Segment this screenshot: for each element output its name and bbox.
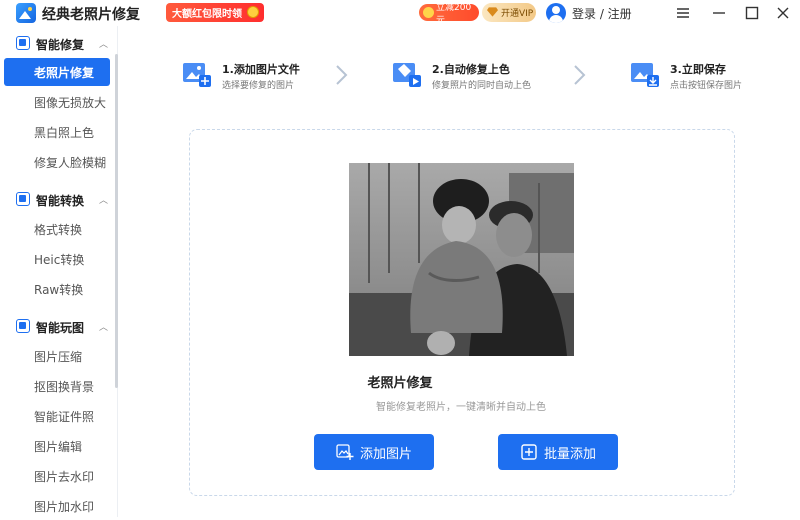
- sidebar-group-label: 智能玩图: [36, 321, 85, 335]
- sidebar-item-compress[interactable]: 图片压缩: [4, 342, 110, 370]
- step-save: 3.立即保存 点击按钮保存图片: [630, 58, 770, 92]
- batch-add-label: 批量添加: [544, 446, 597, 462]
- batch-add-button[interactable]: 批量添加: [498, 434, 618, 470]
- step-title: 1.添加图片文件: [222, 63, 300, 76]
- image-save-icon: [631, 63, 659, 87]
- maximize-icon[interactable]: [741, 2, 763, 24]
- minimize-icon[interactable]: [708, 2, 730, 24]
- user-icon[interactable]: [546, 3, 566, 23]
- sidebar-group-repair[interactable]: 智能修复 ︿: [0, 30, 115, 56]
- sidebar-scrollbar[interactable]: [115, 54, 118, 388]
- menu-icon[interactable]: [672, 2, 694, 24]
- sidebar-item-add-watermark[interactable]: 图片加水印: [4, 492, 110, 520]
- sidebar-item-remove-watermark[interactable]: 图片去水印: [4, 462, 110, 490]
- login-link[interactable]: 登录 / 注册: [572, 5, 632, 22]
- close-icon[interactable]: [772, 2, 794, 24]
- sidebar-item-old-photo[interactable]: 老照片修复: [4, 58, 110, 86]
- repair-icon: [16, 36, 30, 50]
- coupon-icon: [423, 7, 434, 18]
- play-image-icon: [16, 319, 30, 333]
- image-add-icon: [336, 444, 354, 460]
- step-title: 3.立即保存: [670, 63, 726, 76]
- promo-banner[interactable]: 大额红包限时领: [166, 3, 264, 22]
- page-title: 老照片修复: [367, 376, 433, 391]
- promo-label: 大额红包限时领: [172, 9, 242, 20]
- vip-button[interactable]: 开通VIP: [482, 3, 536, 22]
- chevron-up-icon: ︿: [99, 40, 109, 50]
- app-title: 经典老照片修复: [42, 7, 140, 23]
- page-subtitle: 智能修复老照片，一键清晰并自动上色: [376, 402, 546, 413]
- vip-label: 开通VIP: [501, 9, 534, 19]
- step-auto-repair: 2.自动修复上色 修复照片的同时自动上色: [392, 58, 562, 92]
- add-image-button[interactable]: 添加图片: [314, 434, 434, 470]
- chevron-up-icon: ︿: [99, 196, 109, 206]
- step-desc: 选择要修复的图片: [222, 81, 295, 91]
- plus-square-icon: [521, 444, 537, 460]
- sidebar-item-colorize[interactable]: 黑白照上色: [4, 118, 110, 146]
- discount-label: 立减200元: [436, 2, 472, 26]
- sidebar-item-raw[interactable]: Raw转换: [4, 275, 110, 303]
- sidebar-item-face-fix[interactable]: 修复人脸模糊: [4, 148, 110, 176]
- step-title: 2.自动修复上色: [432, 63, 510, 76]
- step-add-file: 1.添加图片文件 选择要修复的图片: [182, 58, 342, 92]
- sidebar-group-label: 智能转换: [36, 194, 85, 208]
- image-add-icon: [183, 63, 211, 87]
- title-bar: 经典老照片修复 大额红包限时领 立减200元 开通VIP 登录 / 注册: [0, 0, 800, 26]
- chevron-up-icon: ︿: [99, 323, 109, 333]
- sample-photo: [349, 163, 574, 356]
- sidebar-group-label: 智能修复: [36, 38, 85, 52]
- paint-bucket-icon: [393, 63, 421, 87]
- add-image-label: 添加图片: [360, 446, 413, 462]
- step-desc: 点击按钮保存图片: [670, 81, 743, 91]
- chevron-right-icon: [574, 65, 586, 85]
- sidebar: 智能修复 ︿ 老照片修复 图像无损放大 黑白照上色 修复人脸模糊 智能转换 ︿ …: [0, 26, 118, 517]
- sidebar-item-format[interactable]: 格式转换: [4, 215, 110, 243]
- sidebar-group-convert[interactable]: 智能转换 ︿: [0, 186, 115, 212]
- step-desc: 修复照片的同时自动上色: [432, 81, 532, 91]
- coin-icon: [247, 6, 259, 18]
- sidebar-item-upscale[interactable]: 图像无损放大: [4, 88, 110, 116]
- discount-badge[interactable]: 立减200元: [419, 3, 479, 26]
- sidebar-group-play[interactable]: 智能玩图 ︿: [0, 313, 115, 339]
- sidebar-item-heic[interactable]: Heic转换: [4, 245, 110, 273]
- convert-icon: [16, 192, 30, 206]
- diamond-icon: [487, 7, 498, 17]
- app-logo-icon: [16, 3, 36, 23]
- sidebar-item-edit[interactable]: 图片编辑: [4, 432, 110, 460]
- chevron-right-icon: [336, 65, 348, 85]
